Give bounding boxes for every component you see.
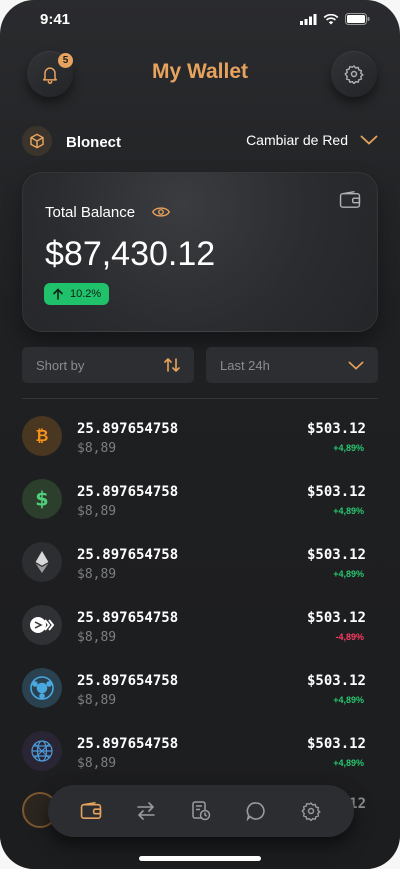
coin-change: +4,89%	[333, 569, 364, 579]
nav-transfer[interactable]	[132, 797, 160, 825]
time-range-dropdown[interactable]: Last 24h	[206, 347, 378, 383]
phone-screen: 9:41 5 My Wallet Blonect Cambiar de Red …	[0, 0, 400, 869]
wallet-icon[interactable]	[339, 191, 361, 209]
dollar-icon: $	[22, 479, 62, 519]
wifi-icon	[323, 13, 339, 24]
network-coin-icon	[22, 668, 62, 708]
balance-label: Total Balance	[45, 204, 136, 221]
sort-label: Short by	[36, 357, 85, 373]
list-item[interactable]: 25.897654758 $8,89 $503.12 +4,89%	[22, 539, 378, 602]
status-time: 9:41	[40, 11, 71, 28]
coin-price: $8,89	[77, 693, 117, 708]
arrow-up-icon	[53, 288, 63, 300]
list-item[interactable]: $ 25.897654758 $8,89 $503.12 +4,89%	[22, 476, 378, 539]
settings-icon	[300, 802, 321, 821]
nav-settings[interactable]	[297, 797, 325, 825]
coin-amount: 25.897654758	[77, 421, 179, 437]
battery-icon	[345, 13, 370, 25]
svg-text:₿: ₿	[36, 426, 49, 445]
balance-change-value: 10.2%	[70, 288, 102, 300]
time-range-label: Last 24h	[220, 357, 270, 373]
list-item[interactable]: 25.897654758 $8,89 $503.12 -4,89%	[22, 602, 378, 665]
status-icons	[300, 13, 370, 25]
coin-value: $503.12	[306, 547, 366, 563]
balance-card: Total Balance $87,430.12 10.2%	[22, 172, 378, 332]
network-name: Blonect	[66, 134, 122, 151]
coin-amount: 25.897654758	[77, 736, 179, 752]
sort-icon	[164, 358, 180, 372]
blonect-logo	[22, 126, 52, 156]
coin-logo-icon	[22, 605, 62, 645]
list-item[interactable]: 25.897654758 $8,89 $503.12 +4,89%	[22, 665, 378, 728]
wallet-icon	[81, 802, 102, 820]
coin-amount: 25.897654758	[77, 610, 179, 626]
globe-coin-icon	[22, 731, 62, 771]
chevron-down-icon	[348, 361, 364, 370]
nav-chat[interactable]	[242, 797, 270, 825]
bitcoin-icon: ₿	[22, 416, 62, 456]
nav-history[interactable]	[187, 797, 215, 825]
coin-change: -4,89%	[335, 632, 364, 642]
network-selector: Blonect Cambiar de Red	[22, 126, 378, 158]
settings-button[interactable]	[331, 51, 377, 97]
coin-change: +4,89%	[333, 758, 364, 768]
divider	[22, 398, 378, 399]
bottom-nav	[48, 785, 354, 837]
history-icon	[192, 801, 211, 821]
coin-change: +4,89%	[333, 443, 364, 453]
coin-value: $503.12	[306, 736, 366, 752]
coin-amount: 25.897654758	[77, 673, 179, 689]
home-indicator	[139, 856, 261, 861]
coin-value: $503.12	[306, 484, 366, 500]
coin-value: $503.12	[306, 421, 366, 437]
sort-dropdown[interactable]: Short by	[22, 347, 194, 383]
transfer-icon	[137, 802, 155, 820]
chat-icon	[246, 802, 265, 821]
balance-change-badge: 10.2%	[44, 283, 110, 305]
nav-wallet[interactable]	[77, 797, 105, 825]
coin-price: $8,89	[77, 756, 117, 771]
coin-price: $8,89	[77, 441, 117, 456]
coin-list: ₿ 25.897654758 $8,89 $503.12 +4,89% $ 25…	[22, 413, 378, 791]
balance-amount: $87,430.12	[45, 235, 216, 273]
coin-price: $8,89	[77, 630, 117, 645]
coin-value: $503.12	[306, 673, 366, 689]
svg-text:$: $	[35, 488, 48, 510]
switch-network-button[interactable]: Cambiar de Red	[246, 132, 378, 148]
coin-price: $8,89	[77, 504, 117, 519]
gear-icon	[344, 65, 364, 84]
status-bar: 9:41	[0, 10, 400, 32]
coin-change: +4,89%	[333, 695, 364, 705]
cube-icon	[30, 133, 44, 149]
coin-value: $503.12	[306, 610, 366, 626]
ethereum-icon	[22, 542, 62, 582]
eye-icon[interactable]	[152, 205, 170, 219]
switch-network-label: Cambiar de Red	[246, 132, 348, 148]
coin-price: $8,89	[77, 567, 117, 582]
coin-amount: 25.897654758	[77, 547, 179, 563]
chevron-down-icon	[360, 135, 378, 145]
signal-icon	[300, 13, 317, 25]
list-item[interactable]: ₿ 25.897654758 $8,89 $503.12 +4,89%	[22, 413, 378, 476]
coin-change: +4,89%	[333, 506, 364, 516]
coin-amount: 25.897654758	[77, 484, 179, 500]
